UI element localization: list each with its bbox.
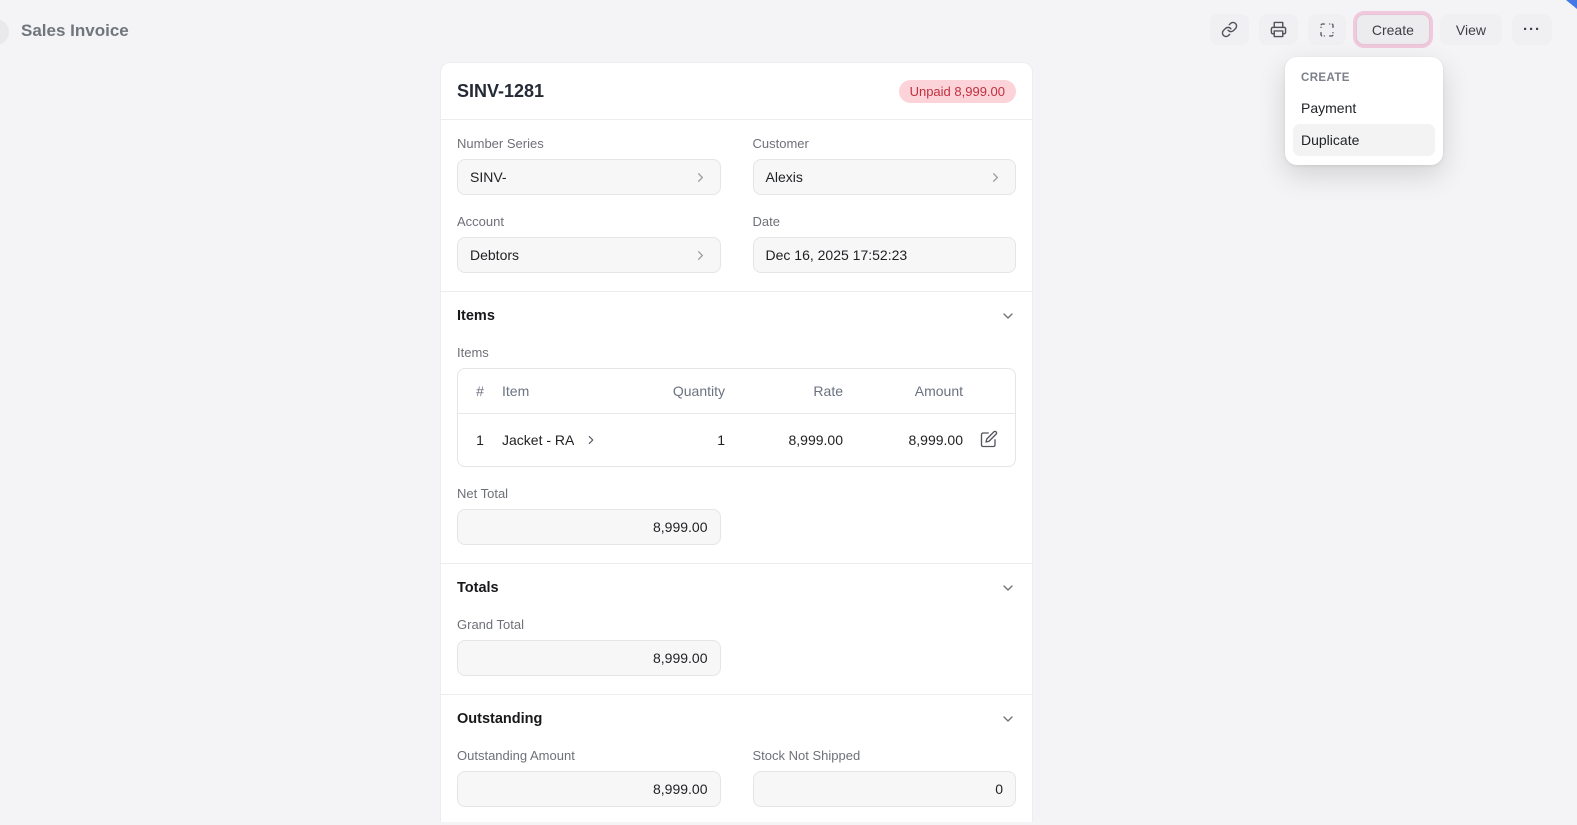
field-value: 0 [995,781,1003,797]
stock-not-shipped-field: 0 [752,771,1016,807]
menu-item-payment[interactable]: Payment [1293,92,1435,124]
items-section-toggle[interactable]: Items [457,308,1016,324]
item-name: Jacket - RA [502,432,575,448]
field-value: Dec 16, 2025 17:52:23 [765,247,908,263]
section-title: Outstanding [457,711,543,727]
table-row: 1 Jacket - RA 1 8,999.00 8,999.00 [458,414,1015,466]
field-date: Date Dec 16, 2025 17:52:23 [752,214,1016,273]
link-button[interactable] [1209,14,1249,45]
row-rate[interactable]: 8,999.00 [725,432,844,448]
section-title: Totals [457,580,499,596]
row-quantity[interactable]: 1 [620,432,725,448]
more-button[interactable]: ··· [1512,14,1552,45]
field-value: 8,999.00 [653,781,708,797]
back-button[interactable] [0,19,9,45]
grand-total-value: 8,999.00 [653,650,708,666]
field-outstanding-amount: Outstanding Amount 8,999.00 [457,748,721,807]
status-badge: Unpaid 8,999.00 [898,80,1016,103]
create-button[interactable]: Create [1355,14,1430,45]
field-label: Number Series [457,136,544,151]
items-table: # Item Quantity Rate Amount 1 Jacket - R… [457,368,1016,467]
dropdown-section-header: CREATE [1301,72,1350,84]
grand-total-field: 8,999.00 [457,640,721,676]
chevron-down-icon [1000,711,1016,727]
items-table-label: Items [457,345,489,360]
chevron-down-icon [1000,580,1016,596]
net-total-field: 8,999.00 [457,509,721,545]
col-amount: Amount [914,383,963,399]
invoice-card: SINV-1281 Unpaid 8,999.00 Number Series … [440,62,1033,822]
create-dropdown-menu: CREATE Payment Duplicate [1285,57,1443,165]
field-stock-not-shipped: Stock Not Shipped 0 [752,748,1016,807]
more-icon: ··· [1523,21,1541,38]
field-number-series: Number Series SINV- [457,136,721,195]
field-customer: Customer Alexis [752,136,1016,195]
field-value: Alexis [765,169,803,185]
account-select[interactable]: Debtors [457,237,721,273]
col-rate: Rate [813,383,843,399]
col-item: Item [502,383,530,399]
outstanding-section-toggle[interactable]: Outstanding [457,711,1016,727]
item-cell[interactable]: Jacket - RA [502,432,620,448]
fullscreen-button[interactable] [1307,14,1346,45]
totals-section-toggle[interactable]: Totals [457,580,1016,596]
page-title: Sales Invoice [21,21,129,40]
net-total-value: 8,999.00 [653,519,708,535]
chevron-right-icon [584,433,598,447]
menu-item-duplicate[interactable]: Duplicate [1293,124,1435,156]
col-index: # [476,383,484,399]
print-icon [1270,21,1287,38]
totals-section: Totals Grand Total 8,999.00 [441,564,1032,694]
invoice-header: SINV-1281 Unpaid 8,999.00 [441,63,1032,119]
customer-select[interactable]: Alexis [752,159,1016,195]
field-account: Account Debtors [457,214,721,273]
edit-row-button[interactable] [978,428,1000,453]
field-label: Date [752,214,780,229]
row-index: 1 [476,432,484,448]
link-icon [1221,21,1238,38]
grand-total-label: Grand Total [457,617,524,632]
section-title: Items [457,308,495,324]
field-label: Stock Not Shipped [752,748,861,763]
cursor-artifact [1566,0,1577,9]
field-label: Account [457,214,504,229]
date-input[interactable]: Dec 16, 2025 17:52:23 [752,237,1016,273]
number-series-select[interactable]: SINV- [457,159,721,195]
field-value: Debtors [470,247,520,263]
print-button[interactable] [1258,14,1298,45]
col-quantity: Quantity [672,383,725,399]
outstanding-section: Outstanding Outstanding Amount 8,999.00 … [441,695,1032,825]
fullscreen-icon [1319,22,1335,38]
field-label: Customer [752,136,809,151]
outstanding-amount-field: 8,999.00 [457,771,721,807]
net-total-label: Net Total [457,486,509,501]
chevron-right-icon [988,170,1003,185]
field-value: SINV- [470,169,507,185]
field-label: Outstanding Amount [457,748,575,763]
toolbar: Create View ··· [1209,14,1552,45]
items-section: Items Items # Item Quantity Rate Amount … [441,292,1032,563]
items-table-header: # Item Quantity Rate Amount [458,369,1015,414]
chevron-right-icon [693,170,708,185]
details-section: Number Series SINV- Customer Alexis Acco… [441,120,1032,291]
view-button[interactable]: View [1439,14,1502,45]
chevron-down-icon [1000,308,1016,324]
edit-icon [980,430,998,451]
chevron-right-icon [693,248,708,263]
invoice-number: SINV-1281 [457,81,545,101]
row-amount: 8,999.00 [908,432,964,448]
